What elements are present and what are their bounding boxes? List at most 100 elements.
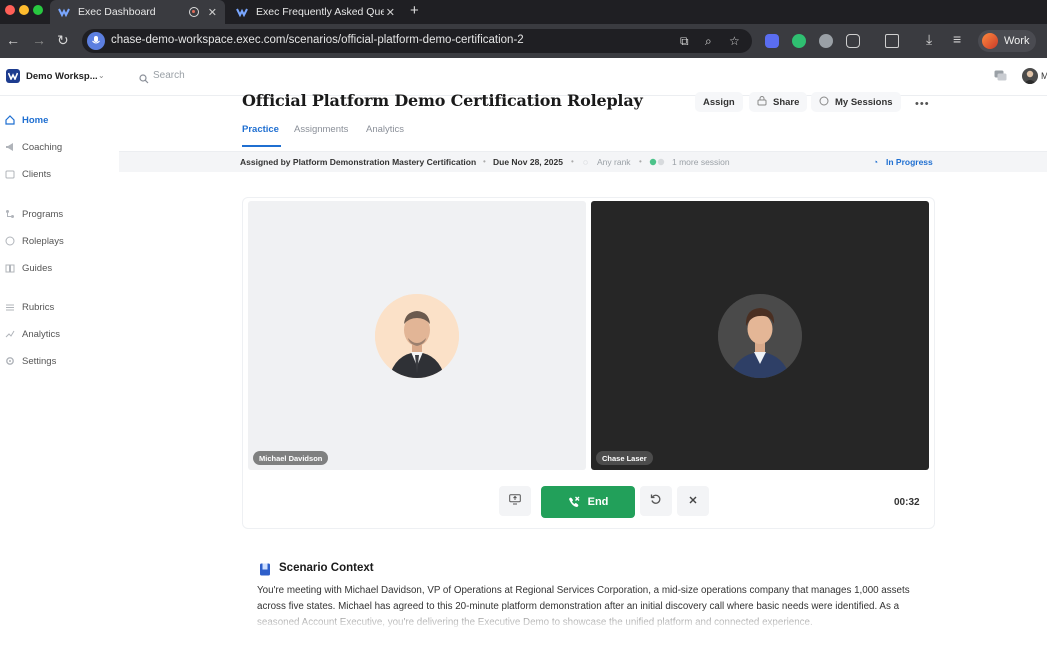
assigned-by-text: Assigned by Platform Demonstration Maste… [240,157,477,167]
content-fade-overlay [119,609,1047,648]
rank-text: Any rank [597,157,631,167]
my-sessions-button[interactable]: My Sessions [811,92,901,112]
tab-search-icon[interactable] [885,34,899,48]
page-title: Official Platform Demo Certification Rol… [242,91,643,110]
close-tab-icon[interactable]: ✕ [386,6,395,19]
sidebar-item-label: Guides [22,262,53,274]
sidebar-item-label: Clients [22,168,52,180]
profile-avatar [982,33,998,49]
close-icon [688,492,698,510]
michael-davidson-avatar [375,294,459,378]
recording-icon [189,7,199,17]
sidebar-item-roleplays[interactable]: Roleplays [5,231,115,251]
screen-share-icon [509,492,521,510]
install-app-icon[interactable]: ⧉ [680,34,689,49]
clock-icon [819,96,829,109]
forward-icon[interactable]: → [32,33,46,47]
sidebar-item-label: Rubrics [22,301,55,313]
tab-analytics[interactable]: Analytics [366,124,404,135]
share-button[interactable]: Share [749,92,808,112]
browser-tab-faq[interactable]: Exec Frequently Asked Quest ✕ [228,0,403,24]
extension-green-icon[interactable] [792,34,806,48]
clients-icon [5,169,15,179]
new-tab-button[interactable]: + [410,2,419,19]
sidebar-item-programs[interactable]: Programs [5,204,115,224]
close-tab-icon[interactable]: ✕ [208,6,217,19]
address-bar[interactable]: chase-demo-workspace.exec.com/scenarios/… [82,29,752,53]
sidebar-item-label: Coaching [22,141,63,153]
chat-icon[interactable] [994,69,1007,87]
sidebar-item-clients[interactable]: Clients [5,164,115,184]
share-icon [757,95,767,109]
tab-practice[interactable]: Practice [242,124,279,135]
user-avatar[interactable] [1022,68,1038,84]
close-window-button[interactable] [5,5,15,15]
sidebar-item-rubrics[interactable]: Rubrics [5,297,115,317]
sidebar-item-label: Programs [22,208,64,220]
sidebar-item-label: Roleplays [22,235,64,247]
maximize-window-button[interactable] [33,5,43,15]
call-timer: 00:32 [894,497,920,508]
extension-grey-icon[interactable] [819,34,833,48]
status-badge: In Progress [886,157,933,167]
search-input[interactable]: Search [153,70,185,81]
user-video: Chase Laser [591,201,929,470]
megaphone-icon [5,142,15,152]
workspace-logo-icon [6,69,20,83]
assign-label: Assign [703,96,735,108]
chevron-down-icon[interactable]: ⌄ [98,71,105,80]
tab-assignments[interactable]: Assignments [294,124,348,135]
exec-logo-icon [58,6,70,18]
assignment-meta-bar: Assigned by Platform Demonstration Maste… [119,151,1047,172]
profile-button[interactable]: Work [978,30,1036,52]
sidebar-item-coaching[interactable]: Coaching [5,137,115,157]
minimize-window-button[interactable] [19,5,29,15]
separator-dot: • [639,157,642,166]
restart-icon [650,492,662,510]
rank-icon: ◌ [583,157,589,167]
back-icon[interactable]: ← [6,33,20,47]
browser-tab-bar: Exec Dashboard ✕ Exec Frequently Asked Q… [0,0,1047,24]
chase-laser-avatar [718,294,802,378]
sidebar-item-label: Settings [22,355,57,367]
media-icon[interactable]: ≡ [953,32,961,46]
roleplays-icon [5,236,15,246]
document-icon [259,563,271,576]
screen-share-button[interactable] [499,486,531,516]
workspace-switcher[interactable]: Demo Worksp... [26,71,98,82]
book-icon [5,263,15,273]
sessions-remaining-text: 1 more session [672,157,730,167]
ai-participant-video: Michael Davidson [248,201,586,470]
analytics-icon [5,329,15,339]
sidebar-item-home[interactable]: Home [5,110,115,130]
home-icon [5,115,15,125]
sidebar-item-analytics[interactable]: Analytics [5,324,115,344]
separator-dot: • [483,157,486,166]
cancel-session-button[interactable] [677,486,709,516]
extensions-menu-icon[interactable] [846,34,860,48]
zoom-icon[interactable]: ⌕ [705,34,712,49]
exec-logo-icon [236,6,248,18]
main-content: Official Platform Demo Certification Rol… [119,91,1047,648]
active-tab-indicator [242,145,281,147]
site-info-icon[interactable] [87,32,105,50]
more-options-icon[interactable]: ••• [915,98,930,110]
session-progress-icon [649,158,667,168]
browser-tab-exec-dashboard[interactable]: Exec Dashboard ✕ [50,0,225,24]
search-icon [139,71,149,89]
sidebar-item-settings[interactable]: Settings [5,351,115,371]
call-controls: End 00:32 [243,474,934,528]
end-call-button[interactable]: End [541,486,635,518]
download-icon[interactable]: ⤓ [926,32,932,46]
scenario-context-heading: Scenario Context [279,562,374,574]
sidebar-item-guides[interactable]: Guides [5,258,115,278]
browser-toolbar: ← → ↻ chase-demo-workspace.exec.com/scen… [0,24,1047,58]
user-initial: M [1041,71,1047,81]
extension-puzzle-blue-icon[interactable] [765,34,779,48]
assign-button[interactable]: Assign [695,92,743,112]
restart-button[interactable] [640,486,672,516]
phone-hangup-icon [568,496,580,508]
reload-icon[interactable]: ↻ [57,33,69,47]
bookmark-star-icon[interactable]: ☆ [729,34,740,48]
gear-icon [5,356,15,366]
